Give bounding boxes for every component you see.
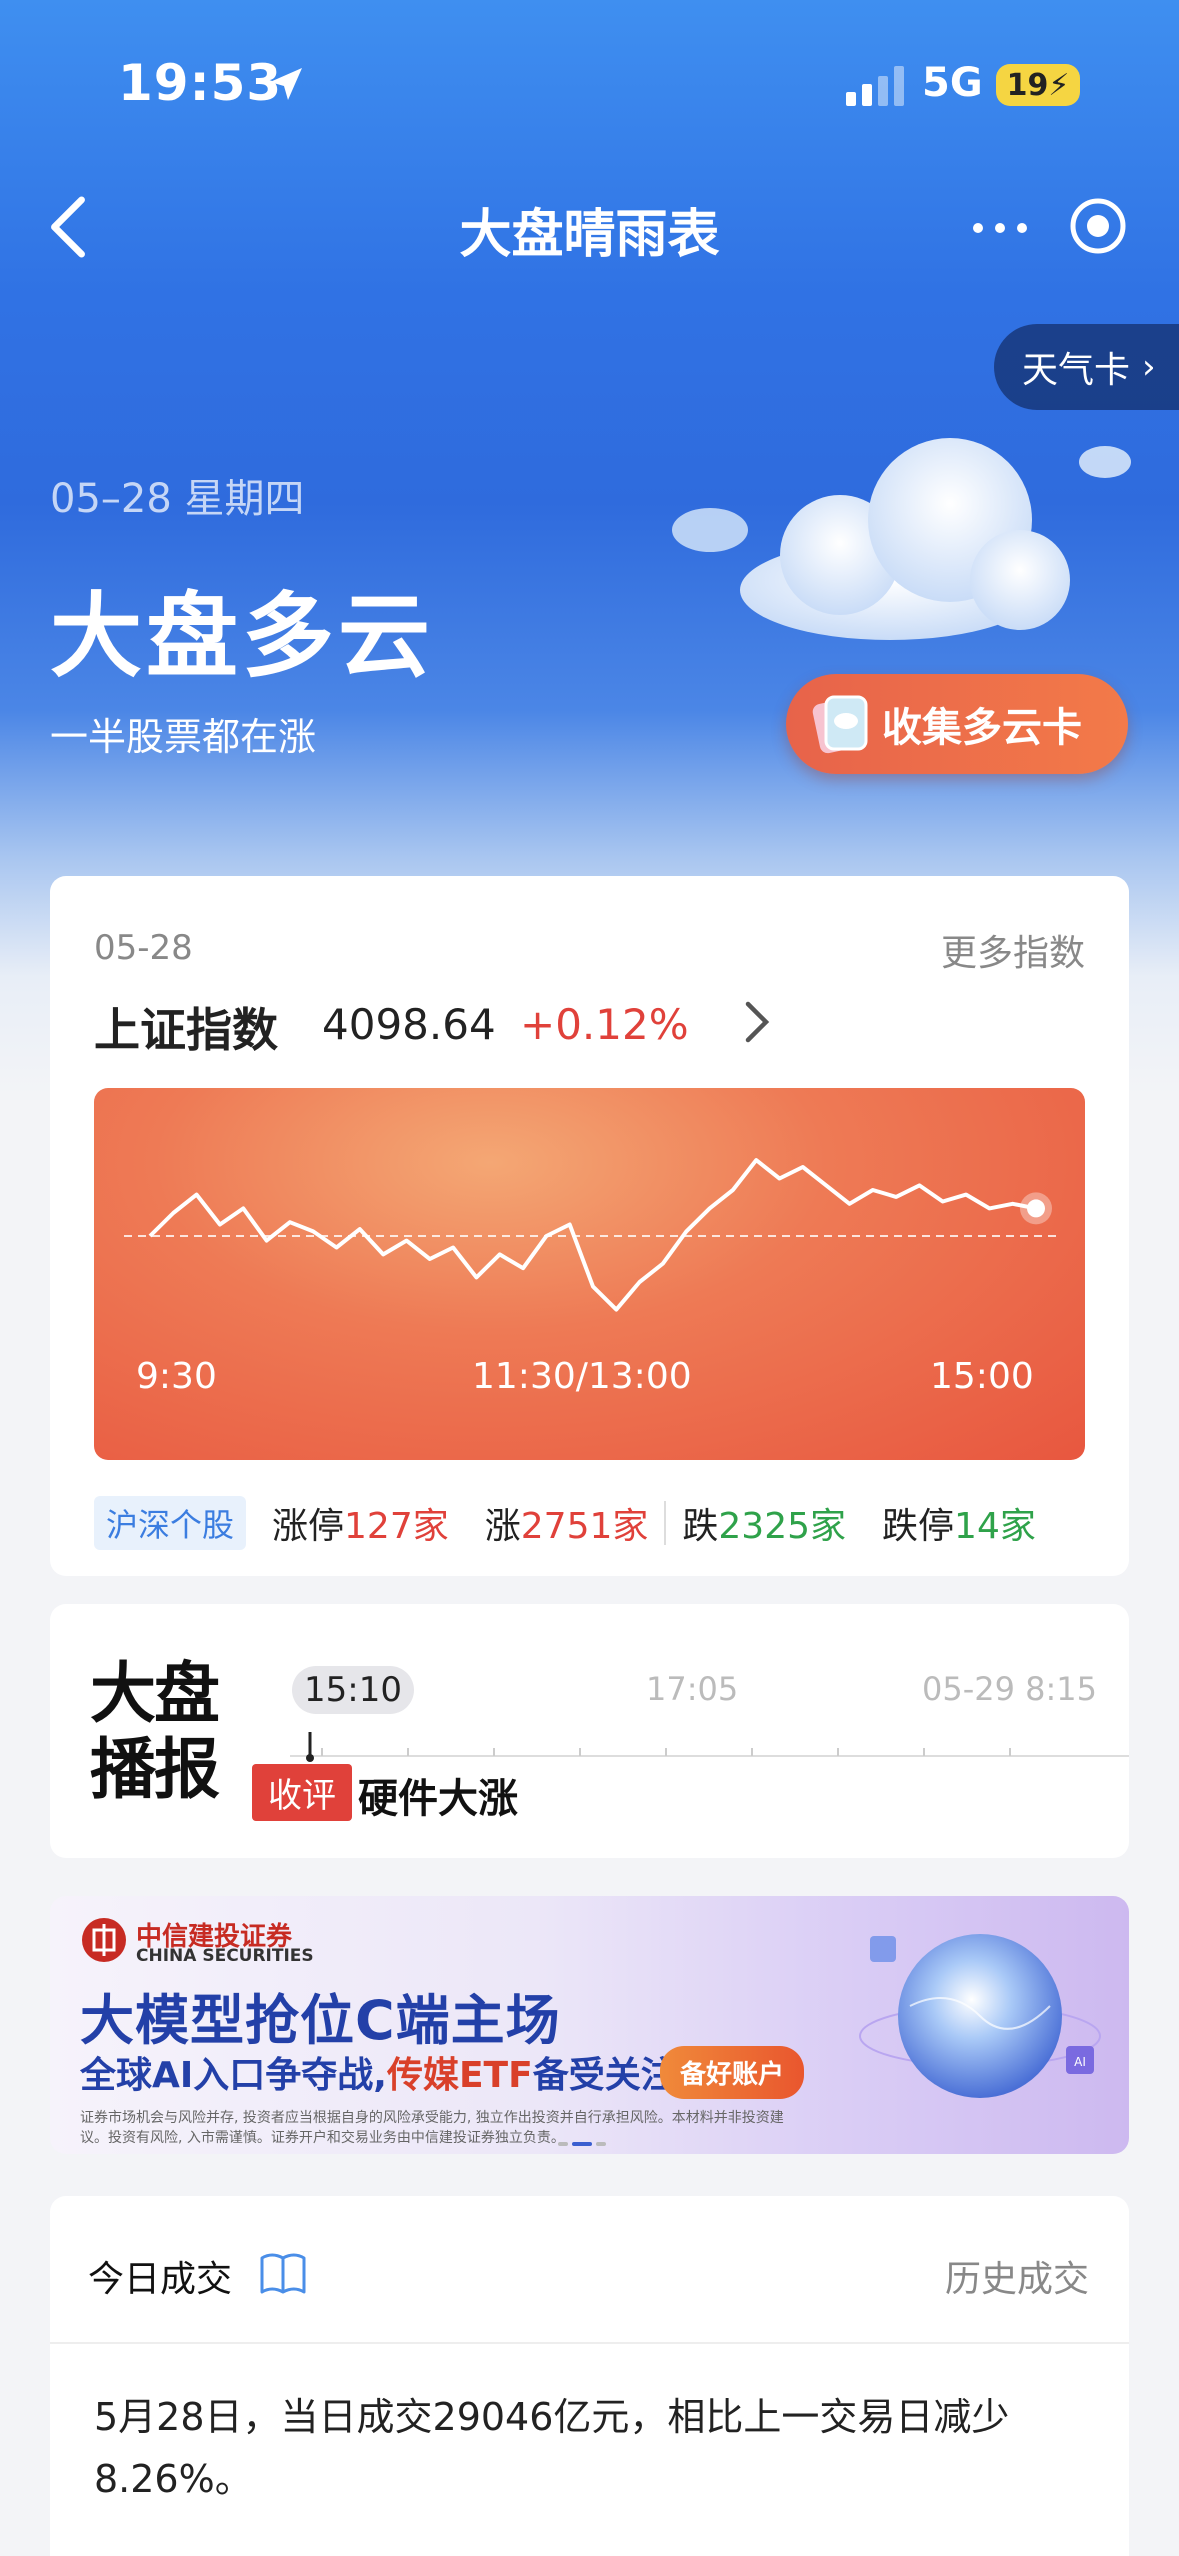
battery-level: 19 (1006, 67, 1049, 103)
stat-value: 2325家 (718, 1506, 847, 1547)
ad-title: 大模型抢位C端主场 (80, 1989, 561, 2052)
index-value: 4098.64 (322, 1000, 496, 1049)
stat-label: 跌 (682, 1506, 719, 1547)
index-name[interactable]: 上证指数 (94, 994, 278, 1060)
broadcast-headline: 硬件大涨 (358, 1776, 518, 1822)
charging-icon: ⚡ (1048, 67, 1070, 103)
market-broadcast-card[interactable]: 大盘 播报 15:10 17:05 05-29 8:15 收评 硬件大涨 (50, 1604, 1129, 1858)
chart-plot (124, 1158, 1056, 1312)
broadcast-logo-line: 播报 (90, 1731, 220, 1808)
ad-sub-prefix: 全球AI入口争夺战, (80, 2055, 387, 2096)
stat-up: 涨2751家 (485, 1497, 649, 1549)
more-indices-link[interactable]: 更多指数 (941, 924, 1085, 976)
intraday-chart[interactable]: 9:30 11:30/13:00 15:00 (94, 1088, 1085, 1460)
chevron-right-icon[interactable] (742, 998, 772, 1046)
stat-limit-up: 涨停127家 (272, 1497, 449, 1549)
ad-sub-suffix: 备受关注 (532, 2055, 677, 2096)
weather-card-button[interactable]: 天气卡 › (994, 324, 1179, 410)
stat-value: 14家 (954, 1506, 1036, 1547)
divider (50, 2342, 1129, 2344)
collect-card-label: 收集多云卡 (882, 705, 1082, 751)
x-tick-label: 15:00 (930, 1356, 1034, 1397)
collect-card-button[interactable]: 收集多云卡 (786, 674, 1128, 774)
broadcast-tag: 收评 (252, 1764, 352, 1821)
index-change: +0.12% (520, 1000, 689, 1049)
stat-label: 涨 (484, 1506, 521, 1547)
hero-date: 05–28 星期四 (50, 476, 305, 522)
chevron-right-icon: › (1142, 347, 1156, 387)
location-arrow-icon (270, 68, 302, 100)
timeline-track (290, 1732, 1129, 1762)
ad-disclaimer: 证券市场机会与风险并存, 投资者应当根据自身的风险承受能力, 独立作出投资并自行… (80, 2110, 784, 2146)
x-tick-label: 9:30 (136, 1356, 217, 1397)
divider (664, 1501, 667, 1545)
weather-card-label: 天气卡 (1022, 350, 1131, 391)
carousel-indicator (558, 2142, 606, 2146)
card-stack-icon (812, 695, 868, 754)
svg-text:AI: AI (1074, 2055, 1086, 2069)
network-type: 5G (922, 60, 983, 106)
broadcast-logo-line: 大盘 (90, 1655, 220, 1732)
ad-brand-en: CHINA SECURITIES (136, 1946, 314, 1966)
ad-sub-highlight: 传媒ETF (386, 2055, 533, 2096)
index-card: 05-28 更多指数 上证指数 4098.64 +0.12% 9:30 11:3… (50, 876, 1129, 1576)
hero-title: 大盘多云 (50, 583, 435, 690)
ad-cta-button[interactable]: 备好账户 (660, 2046, 805, 2099)
market-tag[interactable]: 沪深个股 (94, 1496, 247, 1550)
book-icon[interactable] (258, 2250, 308, 2296)
index-date: 05-28 (94, 928, 193, 968)
globe-illustration: AI (859, 1934, 1101, 2098)
market-stats-row: 沪深个股 涨停127家 涨2751家 跌2325家 跌停14家 (94, 1496, 1072, 1550)
close-target-icon[interactable] (1068, 196, 1128, 256)
turnover-card: 今日成交 历史成交 5月28日，当日成交29046亿元，相比上一交易日减少8.2… (50, 2196, 1129, 2556)
hero-subtitle: 一半股票都在涨 (50, 715, 317, 759)
stat-value: 127家 (344, 1506, 449, 1547)
ad-banner[interactable]: 中信建投证券 CHINA SECURITIES 大模型抢位C端主场 全球AI入口… (50, 1896, 1129, 2154)
battery-indicator: 19 ⚡ (996, 64, 1080, 106)
turnover-summary: 5月28日，当日成交29046亿元，相比上一交易日减少8.26%。 (94, 2395, 1010, 2501)
stat-label: 涨停 (272, 1506, 345, 1547)
signal-icon (846, 66, 904, 106)
brand-logo-icon (82, 1918, 126, 1962)
last-point (1027, 1199, 1045, 1218)
timeline-time[interactable]: 05-29 8:15 (922, 1670, 1097, 1708)
ad-subtitle: 全球AI入口争夺战,传媒ETF备受关注 (80, 2046, 677, 2098)
cloud-illustration (672, 438, 1131, 640)
broadcast-logo: 大盘 播报 (90, 1656, 240, 1808)
stat-value: 2751家 (520, 1506, 649, 1547)
timeline-time-active[interactable]: 15:10 (292, 1666, 414, 1714)
status-time: 19:53 (118, 54, 283, 112)
timeline-time[interactable]: 17:05 (646, 1670, 738, 1708)
series-line (148, 1158, 1037, 1312)
stat-limit-down: 跌停14家 (882, 1497, 1036, 1549)
x-tick-label: 11:30/13:00 (472, 1356, 692, 1397)
history-turnover-link[interactable]: 历史成交 (945, 2250, 1089, 2302)
turnover-title: 今日成交 (88, 2259, 233, 2300)
stat-down: 跌2325家 (682, 1497, 846, 1549)
stat-label: 跌停 (882, 1506, 955, 1547)
more-icon[interactable] (970, 218, 1030, 238)
